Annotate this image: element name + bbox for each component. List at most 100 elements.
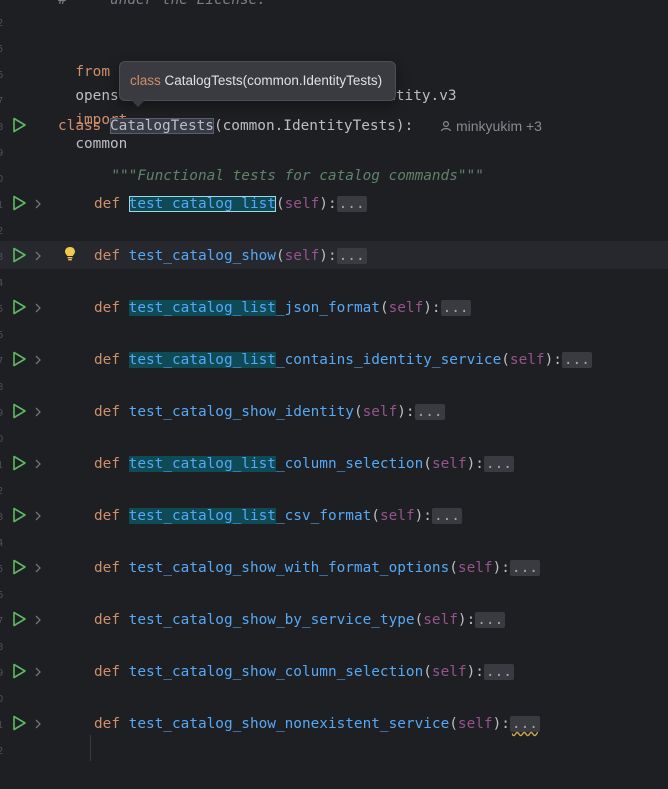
line-number: 2 [0, 486, 4, 497]
class-name[interactable]: CatalogTests [110, 118, 214, 134]
folded-body[interactable]: ... [336, 196, 367, 212]
method-name[interactable]: _column_selection [276, 456, 423, 472]
run-test-icon[interactable] [10, 506, 28, 524]
run-test-icon[interactable] [10, 610, 28, 628]
method-line[interactable]: def test_catalog_list_csv_format(self):.… [94, 504, 462, 528]
method-name[interactable]: test_catalog_show_nonexistent_service [129, 716, 450, 732]
self-param: self [457, 716, 493, 732]
folded-body[interactable]: ... [509, 716, 540, 732]
keyword-def: def [94, 300, 120, 316]
author-inlay[interactable]: minkyukim +3 [440, 115, 542, 137]
fold-chevron-icon[interactable] [33, 510, 43, 522]
method-name[interactable]: test_catalog_show_identity [129, 404, 354, 420]
keyword-def: def [94, 612, 120, 628]
method-name[interactable]: test_catalog_show_with_format_options [129, 560, 450, 576]
open-paren: ( [379, 300, 389, 316]
method-line[interactable]: def test_catalog_list(self):... [94, 192, 367, 216]
line-number: 0 [0, 174, 4, 185]
close-paren-colon: ): [423, 300, 441, 316]
method-line[interactable]: def test_catalog_show_by_service_type(se… [94, 608, 506, 632]
line-number: 9 [0, 148, 4, 159]
folded-body[interactable]: ... [509, 560, 540, 576]
run-test-icon[interactable] [10, 714, 28, 732]
fold-chevron-icon[interactable] [33, 666, 43, 678]
method-name-highlight[interactable]: test_catalog_list [128, 300, 276, 316]
folded-body[interactable]: ... [431, 508, 462, 524]
close-paren-colon: ): [397, 404, 415, 420]
method-line[interactable]: def test_catalog_show_column_selection(s… [94, 660, 514, 684]
fold-chevron-icon[interactable] [33, 718, 43, 730]
method-line[interactable]: def test_catalog_show_with_format_option… [94, 556, 540, 580]
self-param: self [284, 248, 320, 264]
close-paren-colon: ): [319, 196, 337, 212]
method-name-highlight[interactable]: test_catalog_list [128, 352, 276, 368]
method-line[interactable]: def test_catalog_show(self):... [94, 244, 367, 268]
keyword-def: def [94, 456, 120, 472]
method-line[interactable]: def test_catalog_show_nonexistent_servic… [94, 712, 540, 736]
method-name[interactable]: test_catalog_show_column_selection [129, 664, 424, 680]
run-test-icon[interactable] [10, 246, 28, 264]
folded-body[interactable]: ... [483, 456, 514, 472]
keyword-def: def [94, 560, 120, 576]
method-line[interactable]: def test_catalog_list_column_selection(s… [94, 452, 514, 476]
method-name[interactable]: _csv_format [276, 508, 371, 524]
method-line[interactable]: def test_catalog_list_contains_identity_… [94, 348, 592, 372]
method-name[interactable]: test_catalog_show_by_service_type [129, 612, 415, 628]
line-number: 8 [0, 122, 4, 133]
method-line[interactable]: def test_catalog_list_json_format(self):… [94, 296, 471, 320]
run-test-icon[interactable] [10, 298, 28, 316]
line-number: 5 [0, 564, 4, 575]
fold-chevron-icon[interactable] [33, 562, 43, 574]
run-test-icon[interactable] [10, 454, 28, 472]
run-test-icon[interactable] [10, 558, 28, 576]
open-paren: ( [449, 560, 458, 576]
method-name-highlight[interactable]: test_catalog_list [128, 508, 276, 524]
fold-chevron-icon[interactable] [33, 354, 43, 366]
open-paren: ( [414, 612, 424, 628]
line-number: 6 [0, 330, 4, 341]
line-number: 5 [0, 304, 4, 315]
line-number: 3 [0, 252, 4, 263]
run-test-icon[interactable] [10, 402, 28, 420]
folded-body[interactable]: ... [483, 664, 514, 680]
keyword-class: class [58, 118, 102, 134]
line-number: 9 [0, 408, 4, 419]
method-name[interactable]: _contains_identity_service [276, 352, 501, 368]
fold-chevron-icon[interactable] [33, 614, 43, 626]
keyword-def: def [94, 352, 120, 368]
line-number: 3 [0, 512, 4, 523]
keyword-def: def [94, 196, 120, 212]
line-number: 2 [0, 226, 4, 237]
import-line[interactable]: from openstackclient.tests.functional.id… [58, 36, 456, 152]
method-name-highlight[interactable]: test_catalog_list [128, 196, 276, 212]
fold-chevron-icon[interactable] [33, 250, 43, 262]
folded-body[interactable]: ... [336, 248, 367, 264]
method-name[interactable]: _json_format [276, 300, 380, 316]
line-number: 7 [0, 356, 4, 367]
self-param: self [362, 404, 398, 420]
method-name-highlight[interactable]: test_catalog_list [128, 456, 276, 472]
keyword-def: def [94, 404, 120, 420]
folded-body[interactable]: ... [475, 612, 506, 628]
run-test-icon[interactable] [10, 350, 28, 368]
run-test-icon[interactable] [10, 662, 28, 680]
docstring-line[interactable]: """Functional tests for catalog commands… [94, 140, 484, 184]
run-test-icon[interactable] [10, 194, 28, 212]
folded-body[interactable]: ... [414, 404, 445, 420]
fold-chevron-icon[interactable] [33, 198, 43, 210]
class-declaration-line[interactable]: class CatalogTests(common.IdentityTests)… [58, 114, 413, 138]
line-number: 4 [0, 538, 4, 549]
folded-body[interactable]: ... [440, 300, 471, 316]
fold-chevron-icon[interactable] [33, 406, 43, 418]
self-param: self [431, 456, 467, 472]
folded-body[interactable]: ... [561, 352, 592, 368]
fold-chevron-icon[interactable] [33, 458, 43, 470]
keyword-def: def [94, 508, 120, 524]
line-number-gutter: 3 2 5 6 7 8 9 0 1 2 3 4 5 6 7 8 9 0 1 2 3 4 5 6 7 8 9 0 1 2 [0, 0, 8, 789]
intention-bulb-icon[interactable] [63, 246, 77, 262]
fold-chevron-icon[interactable] [33, 302, 43, 314]
run-class-icon[interactable] [10, 116, 28, 134]
self-param: self [379, 508, 415, 524]
method-line[interactable]: def test_catalog_show_identity(self):... [94, 400, 445, 424]
method-name[interactable]: test_catalog_show [129, 248, 276, 264]
